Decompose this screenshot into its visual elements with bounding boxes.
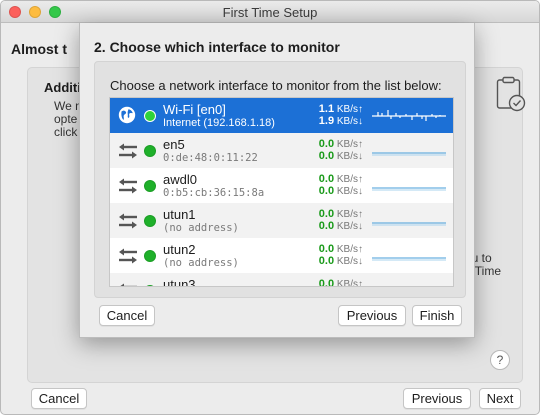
upload-rate: 0.0 KB/s↑	[319, 138, 363, 150]
interface-name: awdl0	[163, 172, 197, 187]
status-dot-icon	[144, 215, 156, 227]
upload-rate-value: 0.0	[318, 173, 335, 185]
sheet-heading: 2. Choose which interface to monitor	[94, 39, 340, 55]
sheet-panel: Choose a network interface to monitor fr…	[94, 61, 466, 298]
interface-list[interactable]: Wi-Fi [en0] Internet (192.168.1.18) 1.1 …	[109, 97, 454, 287]
interface-row-awdl0[interactable]: awdl0 0:b5:cb:36:15:8a 0.0 KB/s↑ 0.0 KB/…	[110, 168, 453, 203]
upload-rate-value: 0.0	[318, 243, 335, 255]
globe-icon	[118, 106, 136, 124]
download-rate-value: 0.0	[318, 185, 335, 197]
upload-rate-value: 1.1	[318, 103, 335, 115]
interface-row-utun3[interactable]: utun3 0.0 KB/s↑	[110, 273, 453, 287]
interface-address: (no address)	[163, 257, 239, 269]
background-panel-title: Additi	[44, 80, 81, 95]
transfer-arrows-icon	[120, 283, 137, 286]
upload-rate: 0.0 KB/s↑	[319, 173, 363, 185]
download-rate: 1.9 KB/s↓	[319, 115, 363, 127]
transfer-arrows-icon	[119, 248, 137, 264]
upload-rate: 0.0 KB/s↑	[318, 278, 363, 287]
download-rate-value: 0.0	[318, 150, 335, 162]
sheet-cancel-button[interactable]: Cancel	[99, 305, 155, 326]
window-next-button[interactable]: Next	[479, 388, 521, 409]
download-rate-value: 0.0	[318, 255, 335, 267]
interface-address: Internet (192.168.1.18)	[163, 117, 275, 129]
interface-selection-sheet: 2. Choose which interface to monitor Cho…	[79, 23, 475, 338]
upload-rate: 0.0 KB/s↑	[319, 243, 363, 255]
interface-row-utun2[interactable]: utun2 (no address) 0.0 KB/s↑ 0.0 KB/s↓	[110, 238, 453, 273]
traffic-sparkline	[372, 152, 446, 156]
window-previous-button[interactable]: Previous	[403, 388, 471, 409]
traffic-sparkline	[372, 187, 446, 191]
background-heading: Almost t	[11, 41, 67, 57]
status-dot-icon	[144, 285, 156, 286]
instruction-text: Choose a network interface to monitor fr…	[110, 78, 442, 93]
traffic-sparkline	[372, 257, 446, 261]
interface-row-wifi-en0[interactable]: Wi-Fi [en0] Internet (192.168.1.18) 1.1 …	[110, 98, 453, 133]
download-rate-unit: KB/s↓	[336, 186, 363, 197]
download-rate: 0.0 KB/s↓	[319, 220, 363, 232]
upload-rate-unit: KB/s↑	[336, 244, 363, 255]
transfer-arrows-icon	[119, 213, 137, 229]
sheet-previous-button[interactable]: Previous	[338, 305, 406, 326]
download-rate-unit: KB/s↓	[336, 221, 363, 232]
upload-rate-unit: KB/s↑	[336, 279, 363, 287]
upload-rate-value: 0.0	[318, 138, 335, 150]
upload-rate-unit: KB/s↑	[336, 104, 363, 115]
status-dot-icon	[144, 110, 156, 122]
download-rate: 0.0 KB/s↓	[319, 150, 363, 162]
traffic-sparkline	[372, 279, 446, 287]
traffic-sparkline	[372, 110, 446, 121]
upload-rate-unit: KB/s↑	[336, 209, 363, 220]
interface-address: 0:b5:cb:36:15:8a	[163, 187, 265, 199]
status-dot-icon	[144, 145, 156, 157]
download-rate: 0.0 KB/s↓	[319, 255, 363, 267]
interface-name: Wi-Fi [en0]	[163, 102, 226, 117]
interface-name: utun2	[163, 242, 196, 257]
window-cancel-button[interactable]: Cancel	[31, 388, 87, 409]
interface-row-en5[interactable]: en5 0:de:48:0:11:22 0.0 KB/s↑ 0.0 KB/s↓	[110, 133, 453, 168]
status-dot-icon	[144, 180, 156, 192]
interface-address: (no address)	[163, 222, 239, 234]
upload-rate-unit: KB/s↑	[336, 174, 363, 185]
upload-rate-unit: KB/s↑	[336, 139, 363, 150]
transfer-arrows-icon	[119, 178, 137, 194]
title-bar[interactable]: First Time Setup	[1, 1, 539, 23]
upload-rate: 0.0 KB/s↑	[319, 208, 363, 220]
download-rate-unit: KB/s↓	[336, 256, 363, 267]
traffic-sparkline	[372, 222, 446, 226]
finish-button[interactable]: Finish	[412, 305, 462, 326]
upload-rate-value: 0.0	[318, 278, 335, 287]
upload-rate-value: 0.0	[318, 208, 335, 220]
interface-name: en5	[163, 137, 185, 152]
download-rate-value: 1.9	[318, 115, 335, 127]
window-title: First Time Setup	[222, 5, 318, 20]
interface-address: 0:de:48:0:11:22	[163, 152, 258, 164]
status-dot-icon	[144, 250, 156, 262]
help-button[interactable]: ?	[490, 350, 510, 370]
download-rate-unit: KB/s↓	[336, 116, 363, 127]
download-rate: 0.0 KB/s↓	[319, 185, 363, 197]
clipboard-check-icon	[496, 76, 526, 112]
interface-row-utun1[interactable]: utun1 (no address) 0.0 KB/s↑ 0.0 KB/s↓	[110, 203, 453, 238]
interface-name: utun3	[163, 277, 196, 287]
interface-name: utun1	[163, 207, 196, 222]
upload-rate: 1.1 KB/s↑	[319, 103, 363, 115]
download-rate-unit: KB/s↓	[336, 151, 363, 162]
download-rate-value: 0.0	[318, 220, 335, 232]
transfer-arrows-icon	[119, 143, 137, 159]
